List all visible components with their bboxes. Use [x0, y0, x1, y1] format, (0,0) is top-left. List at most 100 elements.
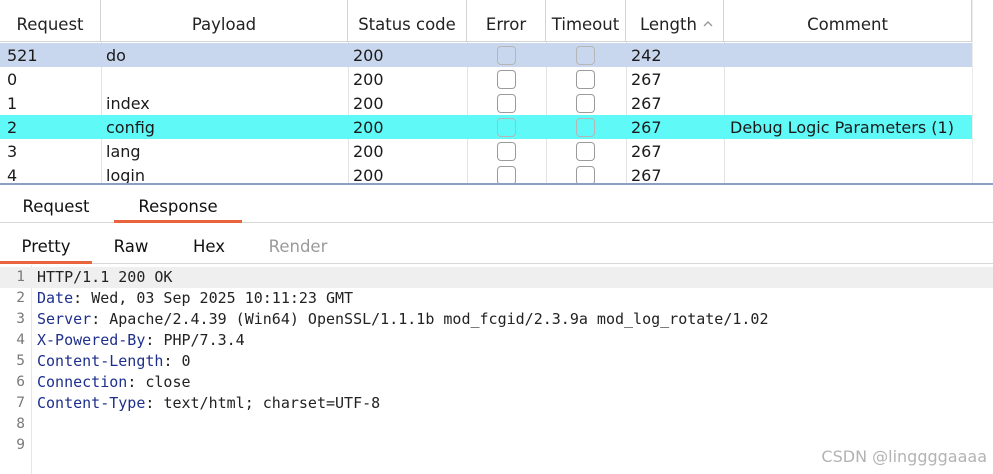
line-content: X-Powered-By: PHP/7.3.4 [37, 330, 245, 351]
line-number: 6 [16, 374, 25, 390]
tab-hex[interactable]: Hex [180, 224, 238, 264]
column-header-comment[interactable]: Comment [724, 0, 972, 42]
cell-status: 200 [353, 70, 384, 89]
response-line: 1 HTTP/1.1 200 OK [0, 267, 993, 288]
cell-payload: lang [106, 142, 141, 161]
line-number: 2 [16, 290, 25, 306]
tab-request[interactable]: Request [12, 187, 100, 223]
view-tabs: Pretty Raw Hex Render [0, 224, 993, 264]
timeout-checkbox [576, 118, 595, 137]
header-name: Server [37, 310, 92, 328]
tab-pretty[interactable]: Pretty [0, 224, 92, 264]
error-checkbox [497, 94, 516, 113]
line-number: 3 [16, 311, 25, 327]
column-header-timeout[interactable]: Timeout [546, 0, 626, 42]
response-line: 4 X-Powered-By: PHP/7.3.4 [0, 330, 993, 351]
cell-length: 267 [631, 70, 662, 89]
response-editor[interactable]: 1 HTTP/1.1 200 OK 2 Date: Wed, 03 Sep 2025 … [0, 265, 993, 474]
response-line: 6 Connection: close [0, 372, 993, 393]
tab-raw[interactable]: Raw [100, 224, 162, 264]
header-separator: : [91, 310, 110, 328]
message-tabs: Request Response [0, 187, 993, 223]
cell-length: 267 [631, 94, 662, 113]
tab-render: Render [268, 237, 328, 256]
cell-payload: login [106, 166, 145, 185]
header-name: Content-Type [37, 394, 146, 412]
column-header-error[interactable]: Error [467, 0, 546, 42]
sort-ascending-icon [703, 21, 713, 27]
cell-length: 267 [631, 142, 662, 161]
cell-status: 200 [353, 166, 384, 185]
header-value: PHP/7.3.4 [163, 331, 245, 349]
column-header-length[interactable]: Length [626, 0, 724, 42]
cell-status: 200 [353, 94, 384, 113]
cell-request: 3 [7, 142, 18, 161]
column-header-length-label: Length [640, 15, 697, 34]
cell-status: 200 [353, 46, 384, 65]
cell-status: 200 [353, 142, 384, 161]
cell-length: 242 [631, 46, 662, 65]
watermark: CSDN @linggggaaaa [821, 447, 987, 466]
header-value: text/html; charset=UTF-8 [163, 394, 381, 412]
line-content: Server: Apache/2.4.39 (Win64) OpenSSL/1.… [37, 309, 769, 330]
table-row[interactable]: 3 lang 200 267 [0, 139, 972, 163]
line-content: Content-Length: 0 [37, 351, 191, 372]
line-content: HTTP/1.1 200 OK [37, 268, 173, 286]
table-header: Request Payload Status code Error Timeou… [0, 0, 972, 42]
line-content: Connection: close [37, 372, 191, 393]
line-number: 8 [16, 416, 25, 432]
response-line: 5 Content-Length: 0 [0, 351, 993, 372]
header-separator: : [73, 289, 92, 307]
header-separator: : [163, 352, 182, 370]
header-separator: : [145, 331, 164, 349]
line-number: 7 [16, 395, 25, 411]
cell-request: 2 [7, 118, 18, 137]
cell-request: 521 [7, 46, 38, 65]
cell-payload: index [106, 94, 150, 113]
line-number: 9 [16, 437, 25, 453]
column-header-payload[interactable]: Payload [101, 0, 348, 42]
header-name: Date [37, 289, 74, 307]
line-content: Date: Wed, 03 Sep 2025 10:11:23 GMT [37, 288, 353, 309]
error-checkbox [497, 142, 516, 161]
cell-status: 200 [353, 118, 384, 137]
error-checkbox [497, 70, 516, 89]
tab-response[interactable]: Response [114, 187, 242, 223]
header-value: Wed, 03 Sep 2025 10:11:23 GMT [91, 289, 354, 307]
error-checkbox [497, 118, 516, 137]
timeout-checkbox [576, 166, 595, 183]
line-content: Content-Type: text/html; charset=UTF-8 [37, 393, 380, 414]
header-value: Apache/2.4.39 (Win64) OpenSSL/1.1.1b mod… [109, 310, 769, 328]
header-value: close [145, 373, 191, 391]
cell-payload: do [106, 46, 126, 65]
timeout-checkbox [576, 94, 595, 113]
response-line: 8 [0, 414, 993, 435]
vertical-scrollbar[interactable] [972, 0, 993, 183]
header-separator: : [127, 373, 146, 391]
cell-payload: config [106, 118, 155, 137]
header-name: Connection [37, 373, 128, 391]
table-row[interactable]: 4 login 200 267 [0, 163, 972, 185]
line-number: 4 [16, 332, 25, 348]
timeout-checkbox [576, 142, 595, 161]
header-name: X-Powered-By [37, 331, 146, 349]
cell-request: 0 [7, 70, 18, 89]
response-line: 2 Date: Wed, 03 Sep 2025 10:11:23 GMT [0, 288, 993, 309]
error-checkbox [497, 166, 516, 183]
table-row[interactable]: 1 index 200 267 [0, 91, 972, 115]
cell-length: 267 [631, 166, 662, 185]
table-row[interactable]: 2 config 200 267 Debug Logic Parameters (1) [0, 115, 972, 139]
response-line: 3 Server: Apache/2.4.39 (Win64) OpenSSL/1… [0, 309, 993, 330]
cell-comment: Debug Logic Parameters (1) [730, 118, 954, 137]
column-header-request[interactable]: Request [0, 0, 101, 42]
cell-length: 267 [631, 118, 662, 137]
column-header-status-code[interactable]: Status code [348, 0, 467, 42]
cell-request: 1 [7, 94, 18, 113]
table-row[interactable]: 521 do 200 242 [0, 43, 972, 67]
header-name: Content-Length [37, 352, 164, 370]
table-row[interactable]: 0 200 267 [0, 67, 972, 91]
line-number: 1 [16, 269, 25, 285]
timeout-checkbox [576, 70, 595, 89]
header-separator: : [145, 394, 164, 412]
cell-request: 4 [7, 166, 18, 185]
